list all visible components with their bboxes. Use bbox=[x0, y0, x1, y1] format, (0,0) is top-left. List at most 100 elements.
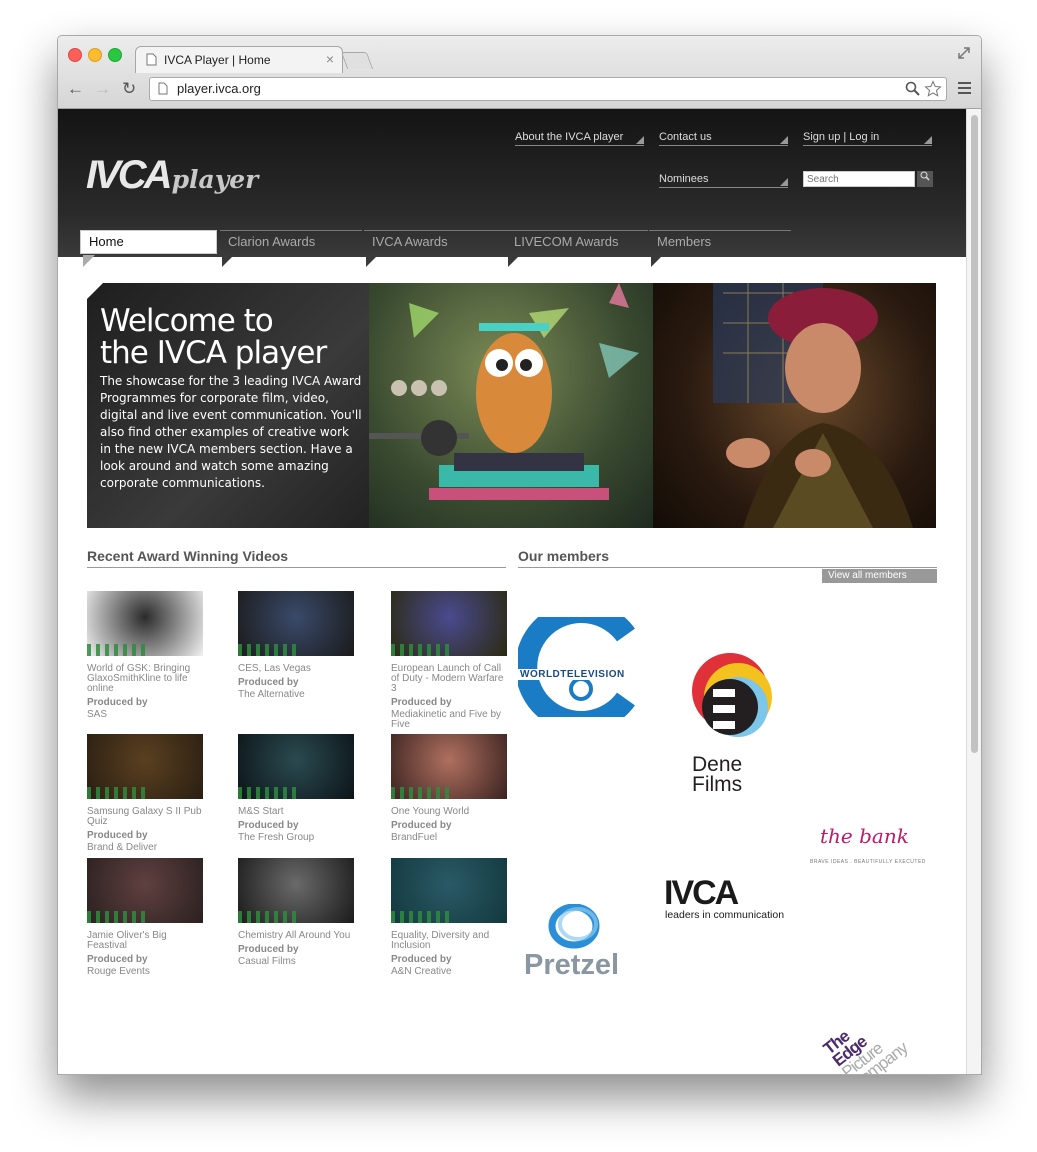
tab-clarion-label: Clarion Awards bbox=[228, 234, 316, 249]
video-producer: BrandFuel bbox=[391, 832, 438, 843]
tab-ivca-awards[interactable]: IVCA Awards bbox=[364, 230, 506, 267]
menu-icon[interactable] bbox=[958, 82, 971, 94]
edge-picture-company-logo[interactable]: The Edge Picture Company bbox=[813, 1007, 938, 1074]
the-bank-logo[interactable]: the bank BRAVE IDEAS . BEAUTIFULLY EXECU… bbox=[810, 824, 938, 869]
url-text[interactable]: player.ivca.org bbox=[177, 81, 261, 96]
video-title[interactable]: Samsung Galaxy S II Pub Quiz bbox=[87, 806, 202, 827]
view-all-members-button[interactable]: View all members bbox=[822, 569, 937, 583]
video-thumbnail[interactable] bbox=[391, 591, 507, 656]
tab-ivca-label: IVCA Awards bbox=[372, 234, 448, 249]
maximize-window-button[interactable] bbox=[108, 48, 122, 62]
video-thumbnail[interactable] bbox=[87, 591, 203, 656]
video-title[interactable]: Jamie Oliver's Big Feastival bbox=[87, 930, 167, 951]
the-bank-tagline: BRAVE IDEAS . BEAUTIFULLY EXECUTED bbox=[810, 859, 926, 865]
video-producer: The Alternative bbox=[238, 689, 305, 700]
dene-films-mark bbox=[692, 653, 772, 737]
main-nav: Home Clarion Awards IVCA Awards LIVECOM … bbox=[80, 230, 800, 270]
pretzel-text: Pretzel bbox=[524, 949, 620, 981]
search-box bbox=[803, 171, 933, 189]
contact-link-label: Contact us bbox=[659, 131, 712, 143]
video-title[interactable]: World of GSK: Bringing GlaxoSmithKline t… bbox=[87, 663, 190, 694]
hero-description: The showcase for the 3 leading IVCA Awar… bbox=[100, 374, 362, 490]
produced-by-label: Produced by bbox=[391, 820, 452, 831]
video-title[interactable]: Chemistry All Around You bbox=[238, 930, 350, 941]
video-title[interactable]: One Young World bbox=[391, 806, 469, 817]
browser-window: IVCA Player | Home × ← → ↻ player.ivca.o… bbox=[57, 35, 982, 1075]
bookmark-star-icon[interactable] bbox=[924, 80, 942, 98]
video-thumbnail[interactable] bbox=[238, 734, 354, 799]
pretzel-logo[interactable]: Pretzel bbox=[522, 903, 637, 984]
close-window-button[interactable] bbox=[68, 48, 82, 62]
produced-by-label: Produced by bbox=[391, 954, 452, 965]
equalizer-icon bbox=[391, 644, 451, 656]
video-thumbnail[interactable] bbox=[391, 858, 507, 923]
back-icon[interactable]: ← bbox=[67, 79, 84, 99]
edge-logo-text: The Edge Picture Company bbox=[819, 1026, 911, 1074]
hero-banner[interactable]: Welcome to the IVCA player The showcase f… bbox=[87, 283, 936, 528]
video-thumbnail[interactable] bbox=[87, 734, 203, 799]
about-link[interactable]: About the IVCA player bbox=[515, 131, 644, 146]
video-thumbnail[interactable] bbox=[238, 591, 354, 656]
tab-members[interactable]: Members bbox=[649, 230, 791, 267]
video-producer: Brand & Deliver bbox=[87, 842, 158, 853]
video-title-block: One Young World Produced by BrandFuel bbox=[391, 807, 509, 843]
tab-close-icon[interactable]: × bbox=[326, 51, 334, 67]
ivca-logo[interactable]: IVCA leaders in communication bbox=[664, 874, 794, 924]
video-thumbnail[interactable] bbox=[87, 858, 203, 923]
hero-text-panel: Welcome to the IVCA player The showcase f… bbox=[87, 283, 369, 528]
worldtv-logo[interactable]: WORLDTELEVISION bbox=[515, 601, 644, 733]
video-producer: SAS bbox=[87, 709, 108, 720]
produced-by-label: Produced by bbox=[238, 820, 299, 831]
hero-title: Welcome to the IVCA player bbox=[100, 303, 327, 371]
scrollbar-thumb[interactable] bbox=[971, 115, 978, 753]
video-title[interactable]: M&S Start bbox=[238, 806, 284, 817]
produced-by-label: Produced by bbox=[391, 697, 452, 708]
ivca-logo-text: IVCA bbox=[664, 874, 739, 912]
animated-character-illustration bbox=[369, 283, 639, 500]
page-icon bbox=[146, 53, 157, 66]
page-icon bbox=[158, 82, 168, 95]
pretzel-mark bbox=[548, 903, 600, 949]
web-page: IVCAplayer About the IVCA player Contact… bbox=[58, 109, 966, 1074]
browser-tab[interactable]: IVCA Player | Home × bbox=[135, 46, 343, 73]
tab-livecom-awards[interactable]: LIVECOM Awards bbox=[506, 230, 648, 267]
address-bar[interactable]: player.ivca.org bbox=[149, 77, 947, 101]
video-title[interactable]: European Launch of Call of Duty - Modern… bbox=[391, 663, 503, 694]
nominees-link[interactable]: Nominees bbox=[659, 173, 788, 188]
search-icon bbox=[920, 171, 930, 181]
fullscreen-icon[interactable] bbox=[957, 46, 971, 60]
produced-by-label: Produced by bbox=[87, 830, 148, 841]
contact-link[interactable]: Contact us bbox=[659, 131, 788, 146]
tab-home-label: Home bbox=[89, 234, 124, 249]
video-title-block: Chemistry All Around You Produced by Casua… bbox=[238, 931, 356, 967]
video-title[interactable]: Equality, Diversity and Inclusion bbox=[391, 930, 489, 951]
video-thumbnail[interactable] bbox=[391, 734, 507, 799]
link-separator: | bbox=[843, 131, 847, 143]
the-bank-text: the bank bbox=[820, 824, 909, 848]
equalizer-icon bbox=[87, 911, 147, 923]
vertical-scrollbar[interactable] bbox=[966, 109, 981, 1074]
minimize-window-button[interactable] bbox=[88, 48, 102, 62]
video-producer: A&N Creative bbox=[391, 966, 452, 977]
video-title-block: European Launch of Call of Duty - Modern… bbox=[391, 664, 509, 730]
reload-icon[interactable]: ↻ bbox=[122, 79, 136, 99]
zoom-icon[interactable] bbox=[905, 81, 920, 96]
tab-clarion-awards[interactable]: Clarion Awards bbox=[220, 230, 362, 267]
ivca-player-logo[interactable]: IVCAplayer bbox=[86, 153, 258, 197]
signup-login-links: Sign up | Log in bbox=[803, 131, 932, 146]
tab-members-label: Members bbox=[657, 234, 712, 249]
tab-home[interactable]: Home bbox=[80, 230, 217, 267]
recent-videos-title: Recent Award Winning Videos bbox=[87, 548, 506, 568]
forward-icon[interactable]: → bbox=[94, 79, 111, 99]
video-title[interactable]: CES, Las Vegas bbox=[238, 663, 311, 674]
video-title-block: Samsung Galaxy S II Pub Quiz Produced by B… bbox=[87, 807, 205, 853]
login-link[interactable]: Log in bbox=[849, 131, 879, 143]
video-producer: Mediakinetic and Five by Five bbox=[391, 709, 502, 730]
search-button[interactable] bbox=[917, 171, 933, 187]
search-input[interactable] bbox=[803, 171, 915, 187]
nominees-link-label: Nominees bbox=[659, 173, 709, 185]
video-thumbnail[interactable] bbox=[238, 858, 354, 923]
new-tab-button[interactable] bbox=[340, 52, 374, 69]
dene-films-logo[interactable]: Dene Films bbox=[688, 649, 778, 804]
signup-link[interactable]: Sign up bbox=[803, 131, 840, 143]
